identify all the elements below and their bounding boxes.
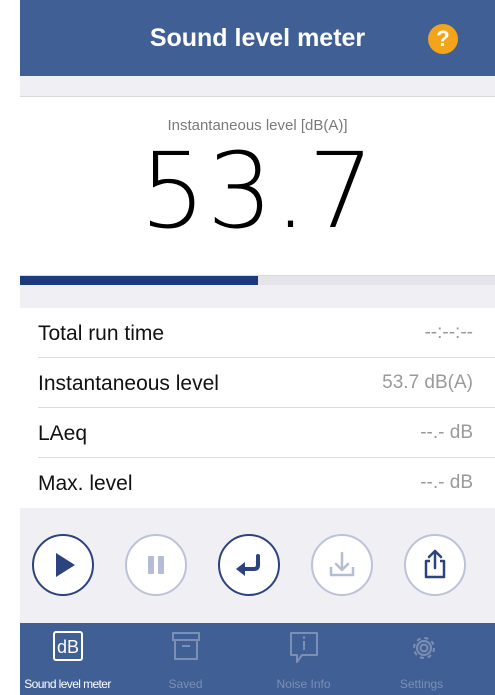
tab-saved[interactable]: Saved	[138, 623, 233, 695]
tab-bar: dB Sound level meter Saved Noise Info Se…	[20, 623, 495, 695]
stat-label: Total run time	[38, 322, 165, 345]
share-icon	[424, 549, 446, 579]
gear-icon	[413, 637, 435, 659]
tab-label: Noise Info	[276, 677, 331, 691]
tab-settings[interactable]: Settings	[374, 623, 469, 695]
play-icon	[56, 553, 75, 577]
db-icon-text: dB	[57, 637, 79, 657]
info-icon	[290, 632, 318, 663]
level-card: Instantaneous level [dB(A)] 53.7	[20, 96, 495, 276]
stat-label: LAeq	[38, 422, 88, 445]
download-button[interactable]	[311, 534, 373, 596]
level-value: 53.7	[139, 130, 376, 252]
pause-button[interactable]	[125, 534, 187, 596]
reset-button[interactable]	[218, 534, 280, 596]
tab-label: Sound level meter	[24, 677, 111, 691]
stats-list: Total run time --:--:-- Instantaneous le…	[20, 308, 495, 508]
page-title: Sound level meter	[149, 24, 366, 52]
stat-label: Instantaneous level	[38, 372, 219, 395]
stat-value: --.- dB	[420, 422, 473, 443]
archive-box-icon	[172, 632, 200, 660]
tab-label: Saved	[168, 677, 203, 691]
stat-value: --.- dB	[420, 472, 473, 493]
nav-header: Sound level meter ?	[20, 0, 495, 76]
stat-row-laeq: LAeq --.- dB	[20, 408, 495, 458]
help-icon[interactable]: ?	[428, 24, 458, 54]
stat-row-max-level: Max. level --.- dB	[20, 458, 495, 508]
level-bar	[20, 276, 495, 285]
stat-label: Max. level	[38, 472, 133, 495]
control-bar	[20, 508, 495, 623]
stat-value: --:--:--	[424, 322, 473, 343]
tab-noise-info[interactable]: Noise Info	[256, 623, 351, 695]
play-button[interactable]	[32, 534, 94, 596]
stat-value: 53.7 dB(A)	[382, 372, 473, 393]
db-icon: dB	[53, 631, 83, 661]
stat-row-instantaneous-level: Instantaneous level 53.7 dB(A)	[20, 358, 495, 408]
tab-label: Settings	[399, 677, 444, 691]
download-icon	[329, 551, 355, 577]
pause-icon	[148, 556, 164, 574]
tab-sound-level-meter[interactable]: dB Sound level meter	[20, 623, 115, 695]
stat-row-total-run-time: Total run time --:--:--	[20, 308, 495, 358]
app-screen: Sound level meter ? Instantaneous level …	[20, 0, 495, 695]
return-icon	[236, 554, 260, 576]
level-bar-fill	[20, 276, 258, 285]
share-button[interactable]	[404, 534, 466, 596]
